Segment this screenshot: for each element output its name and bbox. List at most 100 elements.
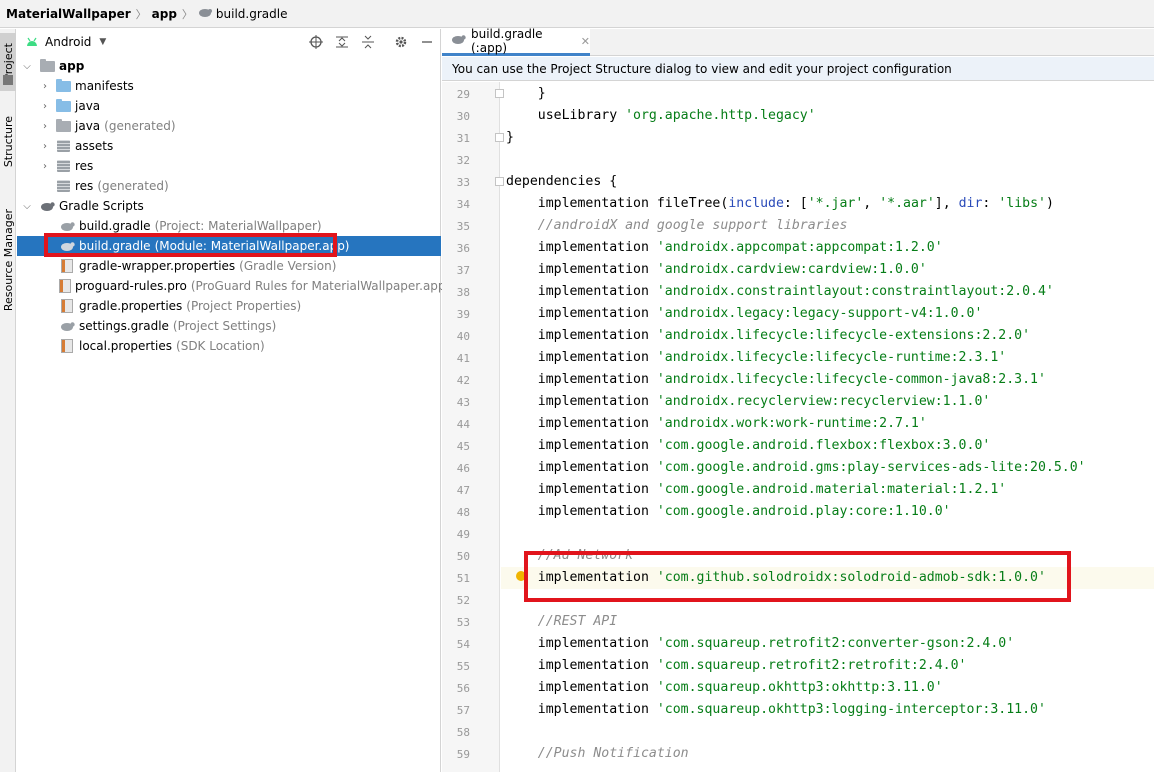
chevron-right-icon[interactable]: › xyxy=(39,141,51,152)
tree-item-app[interactable]: ⌵ app xyxy=(17,56,441,76)
chevron-down-icon[interactable]: ⌵ xyxy=(21,201,33,212)
tree-item-hint: (ProGuard Rules for MaterialWallpaper.ap… xyxy=(190,279,451,293)
code-token: implementation xyxy=(506,306,657,321)
code-string: '*.jar' xyxy=(807,196,864,211)
tool-tab-resource-manager[interactable]: Resource Manager xyxy=(0,195,16,325)
properties-file-icon xyxy=(59,279,71,293)
code-string: 'androidx.work:work-runtime:2.7.1' xyxy=(656,416,927,431)
code-comment: //REST API xyxy=(506,614,618,629)
line-number: 39 xyxy=(456,308,470,321)
code-line[interactable]: implementation 'androidx.legacy:legacy-s… xyxy=(506,303,983,325)
collapse-all-icon[interactable] xyxy=(360,34,376,50)
view-selector[interactable]: Android ▼ xyxy=(25,35,106,50)
chevron-right-icon[interactable]: › xyxy=(39,81,51,92)
code-token: } xyxy=(506,86,546,101)
gradle-elephant-icon xyxy=(198,7,212,21)
code-line[interactable]: implementation 'androidx.constraintlayou… xyxy=(506,281,1054,303)
line-number-gutter: 29 30 31 32 33 34 35 36 37 38 39 40 41 42 43 44 45 46 47 48… xyxy=(442,82,504,772)
code-string: 'com.google.android.flexbox:flexbox:3.0.… xyxy=(656,438,991,453)
line-number: 56 xyxy=(456,682,470,695)
editor-tab-build-gradle[interactable]: build.gradle (:app) ✕ xyxy=(442,27,590,56)
code-line[interactable]: dependencies { xyxy=(506,171,617,193)
code-token: implementation xyxy=(506,636,657,651)
code-line[interactable]: implementation 'com.squareup.okhttp3:log… xyxy=(506,699,1046,721)
code-line[interactable]: implementation 'androidx.lifecycle:lifec… xyxy=(506,347,1006,369)
breadcrumb-project[interactable]: MaterialWallpaper xyxy=(6,7,131,21)
hide-icon[interactable] xyxy=(419,34,435,50)
chevron-down-icon[interactable]: ⌵ xyxy=(21,61,33,72)
code-line[interactable]: implementation 'androidx.recyclerview:re… xyxy=(506,391,991,413)
line-number: 36 xyxy=(456,242,470,255)
code-area[interactable]: } useLibrary 'org.apache.http.legacy'} de… xyxy=(501,82,1154,772)
line-number: 52 xyxy=(456,594,470,607)
locate-icon[interactable] xyxy=(308,34,324,50)
tree-item-build-gradle-module[interactable]: build.gradle (Module: MaterialWallpaper.… xyxy=(17,236,441,256)
tree-item-label: proguard-rules.pro xyxy=(75,279,187,293)
code-line[interactable]: //Push Notification xyxy=(506,743,689,765)
code-token: : [ xyxy=(783,196,808,211)
code-string: 'androidx.lifecycle:lifecycle-common-jav… xyxy=(656,372,1046,387)
code-token: implementation xyxy=(506,680,657,695)
code-line[interactable]: //androidX and google support libraries xyxy=(506,215,848,237)
code-string: 'androidx.recyclerview:recyclerview:1.1.… xyxy=(656,394,991,409)
breadcrumb-file[interactable]: build.gradle xyxy=(216,7,288,21)
editor: build.gradle (:app) ✕ You can use the Pr… xyxy=(442,27,1154,772)
tree-item-java-generated[interactable]: › java (generated) xyxy=(17,116,441,136)
close-icon[interactable]: ✕ xyxy=(581,35,590,48)
tree-item-gradle-scripts[interactable]: ⌵ Gradle Scripts xyxy=(17,196,441,216)
tree-item-assets[interactable]: › assets xyxy=(17,136,441,156)
tree-item-res-generated[interactable]: res (generated) xyxy=(17,176,441,196)
tree-item-proguard-rules[interactable]: proguard-rules.pro (ProGuard Rules for M… xyxy=(17,276,450,296)
tree-item-local-properties[interactable]: local.properties (SDK Location) xyxy=(17,336,441,356)
code-line[interactable]: } xyxy=(506,83,546,105)
code-string: 'com.google.android.play:core:1.10.0' xyxy=(656,504,951,519)
code-line[interactable]: implementation 'com.squareup.okhttp3:okh… xyxy=(506,677,943,699)
line-number: 40 xyxy=(456,330,470,343)
code-line[interactable]: } xyxy=(506,127,514,149)
settings-icon[interactable] xyxy=(393,34,409,50)
code-line[interactable]: implementation 'androidx.appcompat:appco… xyxy=(506,237,943,259)
code-line[interactable]: //REST API xyxy=(506,611,617,633)
gradle-elephant-icon xyxy=(450,34,466,48)
tree-item-gradle-properties[interactable]: gradle.properties (Project Properties) xyxy=(17,296,441,316)
generated-folder-icon xyxy=(55,118,71,133)
chevron-right-icon[interactable]: › xyxy=(39,101,51,112)
code-line[interactable]: implementation 'androidx.work:work-runti… xyxy=(506,413,927,435)
code-line[interactable]: implementation 'com.google.android.mater… xyxy=(506,479,1006,501)
code-line[interactable]: implementation 'com.squareup.retrofit2:c… xyxy=(506,633,1014,655)
line-number: 43 xyxy=(456,396,470,409)
expand-all-icon[interactable] xyxy=(334,34,350,50)
tree-item-build-gradle-project[interactable]: build.gradle (Project: MaterialWallpaper… xyxy=(17,216,441,236)
line-number: 33 xyxy=(456,176,470,189)
code-string: 'com.squareup.retrofit2:converter-gson:2… xyxy=(656,636,1015,651)
lightbulb-icon[interactable] xyxy=(516,571,526,581)
code-string: 'com.squareup.retrofit2:retrofit:2.4.0' xyxy=(656,658,967,673)
code-line[interactable]: //Ad Network xyxy=(506,545,633,567)
tree-item-manifests[interactable]: › manifests xyxy=(17,76,441,96)
code-line[interactable]: implementation 'com.squareup.retrofit2:r… xyxy=(506,655,967,677)
tree-item-res[interactable]: › res xyxy=(17,156,441,176)
tree-item-hint: (Project: MaterialWallpaper) xyxy=(154,219,322,233)
code-line[interactable]: useLibrary 'org.apache.http.legacy' xyxy=(506,105,816,127)
chevron-right-icon[interactable]: › xyxy=(39,161,51,172)
tree-item-java[interactable]: › java xyxy=(17,96,441,116)
tool-tab-structure[interactable]: Structure xyxy=(0,107,16,177)
code-line[interactable]: implementation 'androidx.cardview:cardvi… xyxy=(506,259,927,281)
code-line[interactable]: implementation 'com.github.solodroidx:so… xyxy=(506,567,1046,589)
chevron-right-icon[interactable]: › xyxy=(39,121,51,132)
project-panel: Android ▼ ⌵ app › manifests › java › jav… xyxy=(17,29,450,772)
code-line[interactable]: implementation 'androidx.lifecycle:lifec… xyxy=(506,325,1030,347)
tree-item-gradle-wrapper-properties[interactable]: gradle-wrapper.properties (Gradle Versio… xyxy=(17,256,441,276)
code-line[interactable]: implementation 'com.google.android.gms:p… xyxy=(506,457,1086,479)
code-line[interactable]: implementation 'com.google.android.play:… xyxy=(506,501,951,523)
resource-folder-icon xyxy=(55,159,71,173)
line-number: 58 xyxy=(456,726,470,739)
tree-item-settings-gradle[interactable]: settings.gradle (Project Settings) xyxy=(17,316,441,336)
resource-folder-icon xyxy=(55,179,71,193)
tree-item-hint: (Module: MaterialWallpaper.app) xyxy=(154,239,350,253)
code-line[interactable]: implementation 'com.google.android.flexb… xyxy=(506,435,991,457)
code-line[interactable]: implementation 'androidx.lifecycle:lifec… xyxy=(506,369,1046,391)
tree-item-label: java xyxy=(75,119,101,133)
code-line[interactable]: implementation fileTree(include: ['*.jar… xyxy=(506,193,1054,215)
breadcrumb-module[interactable]: app xyxy=(152,7,177,21)
